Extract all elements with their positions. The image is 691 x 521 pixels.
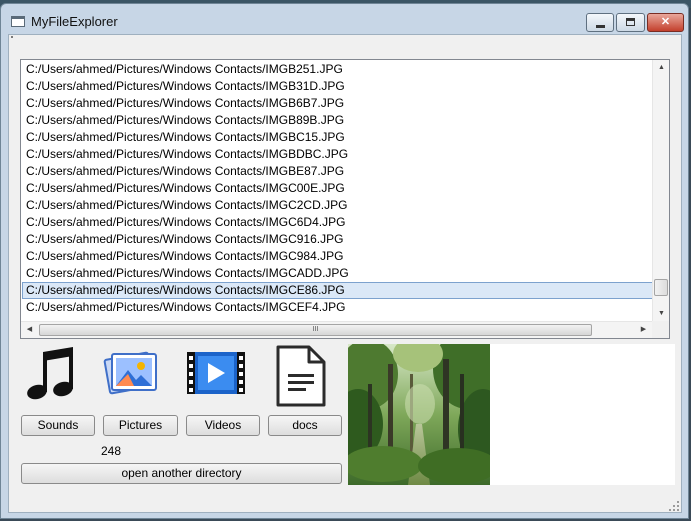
list-item[interactable]: C:/Users/ahmed/Pictures/Windows Contacts… — [22, 282, 653, 299]
maximize-button[interactable] — [616, 13, 645, 32]
vertical-scroll-thumb[interactable] — [654, 279, 668, 296]
list-item[interactable]: C:/Users/ahmed/Pictures/Windows Contacts… — [22, 214, 653, 231]
client-area: C:/Users/ahmed/Pictures/Windows Contacts… — [8, 34, 682, 513]
document-icon — [275, 344, 327, 411]
open-directory-button[interactable]: open another directory — [21, 463, 342, 484]
list-item[interactable]: C:/Users/ahmed/Pictures/Windows Contacts… — [22, 248, 653, 265]
list-item[interactable]: C:/Users/ahmed/Pictures/Windows Contacts… — [22, 78, 653, 95]
window-icon — [11, 16, 25, 27]
list-item[interactable]: C:/Users/ahmed/Pictures/Windows Contacts… — [22, 129, 653, 146]
music-note-icon — [26, 347, 78, 406]
list-item[interactable]: C:/Users/ahmed/Pictures/Windows Contacts… — [22, 163, 653, 180]
close-button[interactable]: ✕ — [647, 13, 684, 32]
scroll-left-icon[interactable]: ◀ — [21, 322, 38, 337]
scroll-corner — [652, 321, 669, 338]
list-item[interactable]: C:/Users/ahmed/Pictures/Windows Contacts… — [22, 180, 653, 197]
toolbar-grip — [11, 36, 13, 38]
list-item[interactable]: C:/Users/ahmed/Pictures/Windows Contacts… — [22, 265, 653, 282]
minimize-button[interactable] — [586, 13, 614, 32]
sounds-button[interactable]: Sounds — [21, 415, 95, 436]
video-icon — [186, 350, 246, 399]
list-item[interactable]: C:/Users/ahmed/Pictures/Windows Contacts… — [22, 146, 653, 163]
scroll-right-icon[interactable]: ▶ — [635, 322, 652, 337]
list-item[interactable]: C:/Users/ahmed/Pictures/Windows Contacts… — [22, 197, 653, 214]
resize-grip-icon[interactable] — [669, 500, 679, 511]
image-preview — [348, 344, 675, 485]
list-item[interactable]: C:/Users/ahmed/Pictures/Windows Contacts… — [22, 231, 653, 248]
vertical-scrollbar[interactable]: ▲ ▼ — [652, 60, 669, 321]
horizontal-scroll-thumb[interactable]: III — [39, 324, 592, 336]
app-window: MyFileExplorer ✕ C:/Users/ahmed/Pictures… — [0, 3, 689, 519]
scroll-down-icon[interactable]: ▼ — [653, 306, 670, 321]
list-item[interactable]: C:/Users/ahmed/Pictures/Windows Contacts… — [22, 112, 653, 129]
file-list-rows: C:/Users/ahmed/Pictures/Windows Contacts… — [22, 61, 653, 317]
forest-photo — [348, 344, 490, 485]
list-item[interactable]: C:/Users/ahmed/Pictures/Windows Contacts… — [22, 61, 653, 78]
file-count: 248 — [101, 444, 122, 458]
videos-button[interactable]: Videos — [186, 415, 260, 436]
file-list[interactable]: C:/Users/ahmed/Pictures/Windows Contacts… — [20, 59, 670, 339]
list-item[interactable]: C:/Users/ahmed/Pictures/Windows Contacts… — [22, 95, 653, 112]
scroll-up-icon[interactable]: ▲ — [653, 60, 670, 75]
pictures-button[interactable]: Pictures — [103, 415, 178, 436]
title-bar[interactable]: MyFileExplorer ✕ — [1, 4, 688, 34]
window-title: MyFileExplorer — [31, 14, 118, 29]
docs-button[interactable]: docs — [268, 415, 342, 436]
horizontal-scrollbar[interactable]: ◀ III ▶ — [21, 321, 652, 338]
pictures-icon — [103, 346, 161, 403]
list-item[interactable]: C:/Users/ahmed/Pictures/Windows Contacts… — [22, 299, 653, 316]
